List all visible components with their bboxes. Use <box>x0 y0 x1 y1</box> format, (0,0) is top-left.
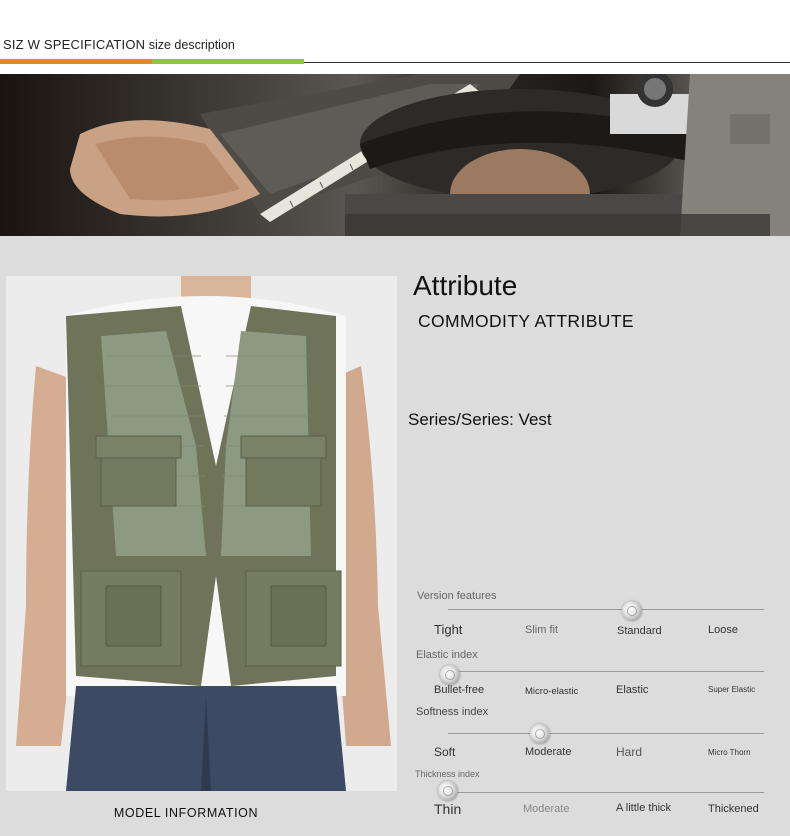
option-soft: Soft <box>434 745 456 759</box>
option-moderate: Moderate <box>525 746 572 758</box>
page-header-title: SIZ W SPECIFICATION size description <box>3 37 235 52</box>
index-knob-thickness <box>438 781 458 801</box>
option-moderate-thickness: Moderate <box>523 803 570 815</box>
header-title-sub: size description <box>145 38 235 52</box>
option-thin: Thin <box>434 801 462 817</box>
index-label-softness: Softness index <box>416 706 489 718</box>
option-micro-elastic: Micro-elastic <box>525 686 579 697</box>
option-hard: Hard <box>616 745 643 759</box>
index-rule-version <box>448 609 764 610</box>
header-divider <box>304 62 790 63</box>
option-a-little-thick: A little thick <box>616 802 672 814</box>
index-knob-elastic <box>440 665 460 685</box>
header-title-main: SIZ W SPECIFICATION <box>3 37 146 52</box>
index-rule-softness <box>448 733 764 734</box>
option-slim-fit: Slim fit <box>525 624 558 636</box>
index-label-elastic: Elastic index <box>416 649 478 661</box>
index-knob-softness <box>530 724 550 744</box>
product-photo <box>6 276 397 791</box>
option-super-elastic: Super Elastic <box>708 685 756 694</box>
index-rule-elastic <box>448 671 764 672</box>
header-accent-green <box>152 59 304 64</box>
option-bullet-free: Bullet-free <box>434 684 485 696</box>
index-label-version: Version features <box>417 590 497 602</box>
index-rule-thickness <box>448 792 764 793</box>
option-elastic: Elastic <box>616 684 649 696</box>
option-tight: Tight <box>434 622 463 637</box>
option-loose: Loose <box>708 624 738 636</box>
model-information-label: MODEL INFORMATION <box>113 806 259 820</box>
option-thickened: Thickened <box>708 803 759 815</box>
option-standard: Standard <box>617 625 662 637</box>
option-micro-thorn: Micro Thorn <box>708 748 751 757</box>
banner-image <box>0 74 790 236</box>
header-accent-orange <box>0 59 152 64</box>
index-label-thickness: Thickness index <box>415 769 480 779</box>
commodity-attribute-subtitle: COMMODITY ATTRIBUTE <box>418 311 634 331</box>
series-text: Series/Series: Vest <box>408 410 552 429</box>
index-knob-version <box>622 601 642 621</box>
attribute-title: Attribute <box>413 270 518 301</box>
